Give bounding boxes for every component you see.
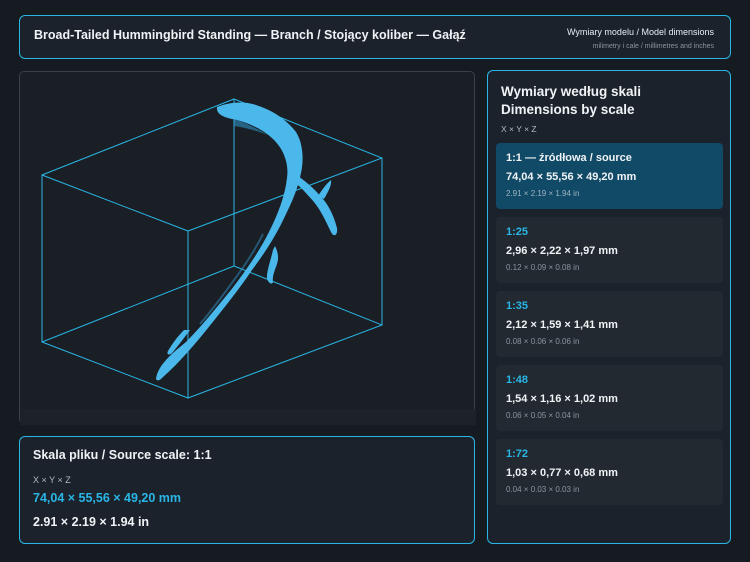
scale-dimensions-inches: 0.12 × 0.09 × 0.08 in bbox=[506, 263, 580, 272]
source-dimensions-inches: 2.91 × 2.19 × 1.94 in bbox=[33, 515, 150, 529]
scale-card-1-25[interactable]: 1:25 2,96 × 2,22 × 1,97 mm 0.12 × 0.09 ×… bbox=[496, 217, 723, 283]
branch-model bbox=[156, 102, 338, 381]
scales-panel: Wymiary według skali Dimensions by scale… bbox=[487, 70, 731, 544]
scale-label: 1:25 bbox=[506, 226, 529, 238]
scale-dimensions-mm: 1,54 × 1,16 × 1,02 mm bbox=[506, 393, 618, 405]
scale-dimensions-inches: 2.91 × 2.19 × 1.94 in bbox=[506, 189, 580, 198]
source-scale-panel: Skala pliku / Source scale: 1:1 X × Y × … bbox=[19, 436, 475, 544]
model-preview bbox=[20, 98, 476, 425]
scale-card-1-1[interactable]: 1:1 — źródłowa / source 74,04 × 55,56 × … bbox=[496, 143, 723, 209]
model-title: Broad-Tailed Hummingbird Standing — Bran… bbox=[34, 28, 466, 42]
scale-dimensions-mm: 74,04 × 55,56 × 49,20 mm bbox=[506, 171, 637, 183]
source-scale-title: Skala pliku / Source scale: 1:1 bbox=[33, 448, 212, 462]
scale-card-1-72[interactable]: 1:72 1,03 × 0,77 × 0,68 mm 0.04 × 0.03 ×… bbox=[496, 439, 723, 505]
scale-label: 1:35 bbox=[506, 300, 529, 312]
scale-dimensions-inches: 0.06 × 0.05 × 0.04 in bbox=[506, 411, 580, 420]
scale-dimensions-inches: 0.04 × 0.03 × 0.03 in bbox=[506, 485, 580, 494]
dimensions-heading: Wymiary modelu / Model dimensions bbox=[567, 27, 714, 37]
scale-label: 1:1 — źródłowa / source bbox=[506, 152, 632, 164]
scales-title-line1: Wymiary według skali bbox=[501, 84, 642, 99]
source-dimensions-mm: 74,04 × 55,56 × 49,20 mm bbox=[33, 491, 182, 505]
scale-card-1-48[interactable]: 1:48 1,54 × 1,16 × 1,02 mm 0.06 × 0.05 ×… bbox=[496, 365, 723, 431]
scale-card-1-35[interactable]: 1:35 2,12 × 1,59 × 1,41 mm 0.08 × 0.06 ×… bbox=[496, 291, 723, 357]
source-axes-label: X × Y × Z bbox=[33, 475, 71, 485]
scales-axes-label: X × Y × Z bbox=[501, 124, 537, 134]
scale-dimensions-inches: 0.08 × 0.06 × 0.06 in bbox=[506, 337, 580, 346]
scales-title-line2: Dimensions by scale bbox=[501, 102, 635, 117]
scale-dimensions-mm: 2,96 × 2,22 × 1,97 mm bbox=[506, 245, 618, 257]
dimensions-subheading: milimetry i cale / millimetres and inche… bbox=[592, 43, 714, 50]
header-bar: Broad-Tailed Hummingbird Standing — Bran… bbox=[19, 15, 731, 59]
model-viewport[interactable] bbox=[19, 71, 476, 425]
viewport-floor bbox=[20, 409, 476, 425]
scale-label: 1:48 bbox=[506, 374, 529, 386]
scale-label: 1:72 bbox=[506, 448, 529, 460]
scale-dimensions-mm: 1,03 × 0,77 × 0,68 mm bbox=[506, 467, 618, 479]
scale-dimensions-mm: 2,12 × 1,59 × 1,41 mm bbox=[506, 319, 618, 331]
scales-title: Wymiary według skali Dimensions by scale bbox=[501, 83, 721, 119]
bounding-box bbox=[41, 98, 383, 399]
